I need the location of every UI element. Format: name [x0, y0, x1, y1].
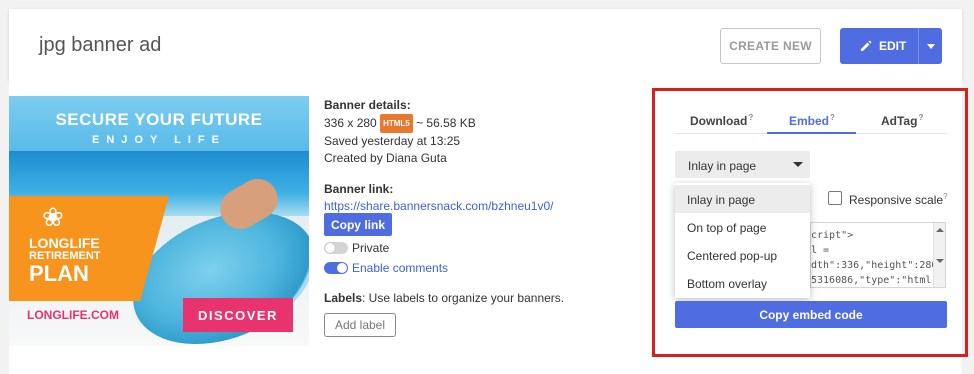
banner-subheadline: ENJOY LIFE — [92, 134, 226, 146]
saved-time: Saved yesterday at 13:25 — [324, 134, 461, 148]
option-centered-pop-up[interactable]: Centered pop-up — [675, 241, 810, 269]
responsive-scale-label: Responsive scale? — [849, 192, 948, 207]
pencil-icon — [861, 40, 872, 51]
edit-label: EDIT — [879, 39, 907, 53]
banner-plan-text: LONGLIFE RETIREMENT PLAN — [29, 235, 101, 287]
leaf-logo-icon: ❀ — [42, 202, 64, 232]
scroll-up-icon[interactable] — [936, 228, 944, 232]
help-icon[interactable]: ? — [748, 113, 753, 122]
active-tab-indicator — [767, 132, 856, 134]
details-heading: Banner details: — [324, 98, 411, 112]
caret-down-icon — [926, 43, 935, 49]
option-inlay-in-page[interactable]: Inlay in page — [675, 185, 810, 213]
toggle-knob — [337, 263, 347, 273]
tab-adtag-label: AdTag — [881, 114, 918, 128]
dimensions: 336 x 280 — [324, 116, 377, 130]
caret-down-icon — [793, 162, 803, 167]
labels-heading: Labels — [324, 291, 363, 305]
edit-button[interactable]: EDIT — [840, 28, 942, 64]
comments-toggle[interactable] — [324, 262, 348, 274]
add-label-button[interactable]: Add label — [324, 313, 396, 337]
created-by: Created by Diana Guta — [324, 151, 447, 165]
option-on-top-of-page[interactable]: On top of page — [675, 213, 810, 241]
code-lines: cript"> l = dth":336,"height":280,"t 531608… — [811, 228, 946, 287]
format-badge: HTML5 — [380, 114, 413, 133]
plan-line-3: PLAN — [29, 261, 89, 287]
private-label: Private — [352, 241, 390, 255]
responsive-text: Responsive scale — [849, 193, 944, 207]
banner-details: Banner details: 336 x 280 HTML5 ~ 56.58 … — [324, 97, 553, 215]
tab-embed[interactable]: Embed? — [789, 113, 835, 128]
private-toggle[interactable] — [324, 242, 348, 254]
embed-type-select[interactable]: Inlay in page — [675, 151, 810, 178]
select-value: Inlay in page — [688, 159, 757, 173]
tab-download-label: Download — [690, 114, 748, 128]
code-line: dth":336,"height":280,"t — [811, 260, 946, 271]
tab-download[interactable]: Download? — [690, 113, 753, 128]
edit-dropdown-toggle[interactable] — [918, 28, 942, 64]
textarea-scrollbar[interactable] — [933, 223, 945, 287]
tab-embed-label: Embed — [789, 114, 830, 128]
copy-embed-code-button[interactable]: Copy embed code — [675, 301, 947, 328]
comments-label: Enable comments — [352, 261, 449, 275]
banner-website: LONGLIFE.COM — [27, 308, 119, 322]
page-title: jpg banner ad — [39, 34, 162, 56]
code-line: cript"> — [811, 230, 854, 241]
code-line: 5316086,"type":"html — [811, 275, 932, 286]
copy-link-button[interactable]: Copy link — [324, 213, 392, 236]
dimensions-line: 336 x 280 HTML5 ~ 56.58 KB — [324, 114, 553, 133]
file-size: ~ 56.58 KB — [416, 116, 476, 130]
labels-line: Labels: Use labels to organize your bann… — [324, 291, 564, 305]
labels-hint: : Use labels to organize your banners. — [362, 291, 565, 305]
embed-code-textarea[interactable]: cript"> l = dth":336,"height":280,"t 531608… — [810, 222, 946, 288]
banner-link-heading: Banner link: — [324, 182, 394, 196]
responsive-scale-checkbox[interactable] — [828, 191, 842, 205]
tab-adtag[interactable]: AdTag? — [881, 113, 923, 128]
banner-headline: SECURE YOUR FUTURE — [55, 110, 263, 129]
embed-tabs: Download? Embed? AdTag? — [675, 108, 947, 134]
embed-type-dropdown: Inlay in page On top of page Centered po… — [675, 183, 810, 298]
scroll-down-icon[interactable] — [936, 259, 944, 263]
help-icon[interactable]: ? — [830, 113, 835, 122]
banner-preview: SECURE YOUR FUTURE ENJOY LIFE ❀ LONGLIFE… — [9, 96, 309, 346]
help-icon[interactable]: ? — [918, 113, 923, 122]
help-icon[interactable]: ? — [943, 192, 947, 201]
banner-discover-button: DISCOVER — [183, 298, 293, 332]
create-new-button[interactable]: CREATE NEW — [720, 28, 821, 64]
top-bar: jpg banner ad CREATE NEW EDIT — [9, 9, 962, 81]
toggle-knob — [325, 243, 335, 253]
code-line: l = — [811, 245, 830, 256]
plan-line-1: LONGLIFE — [29, 235, 100, 251]
option-bottom-overlay[interactable]: Bottom overlay — [675, 269, 810, 297]
